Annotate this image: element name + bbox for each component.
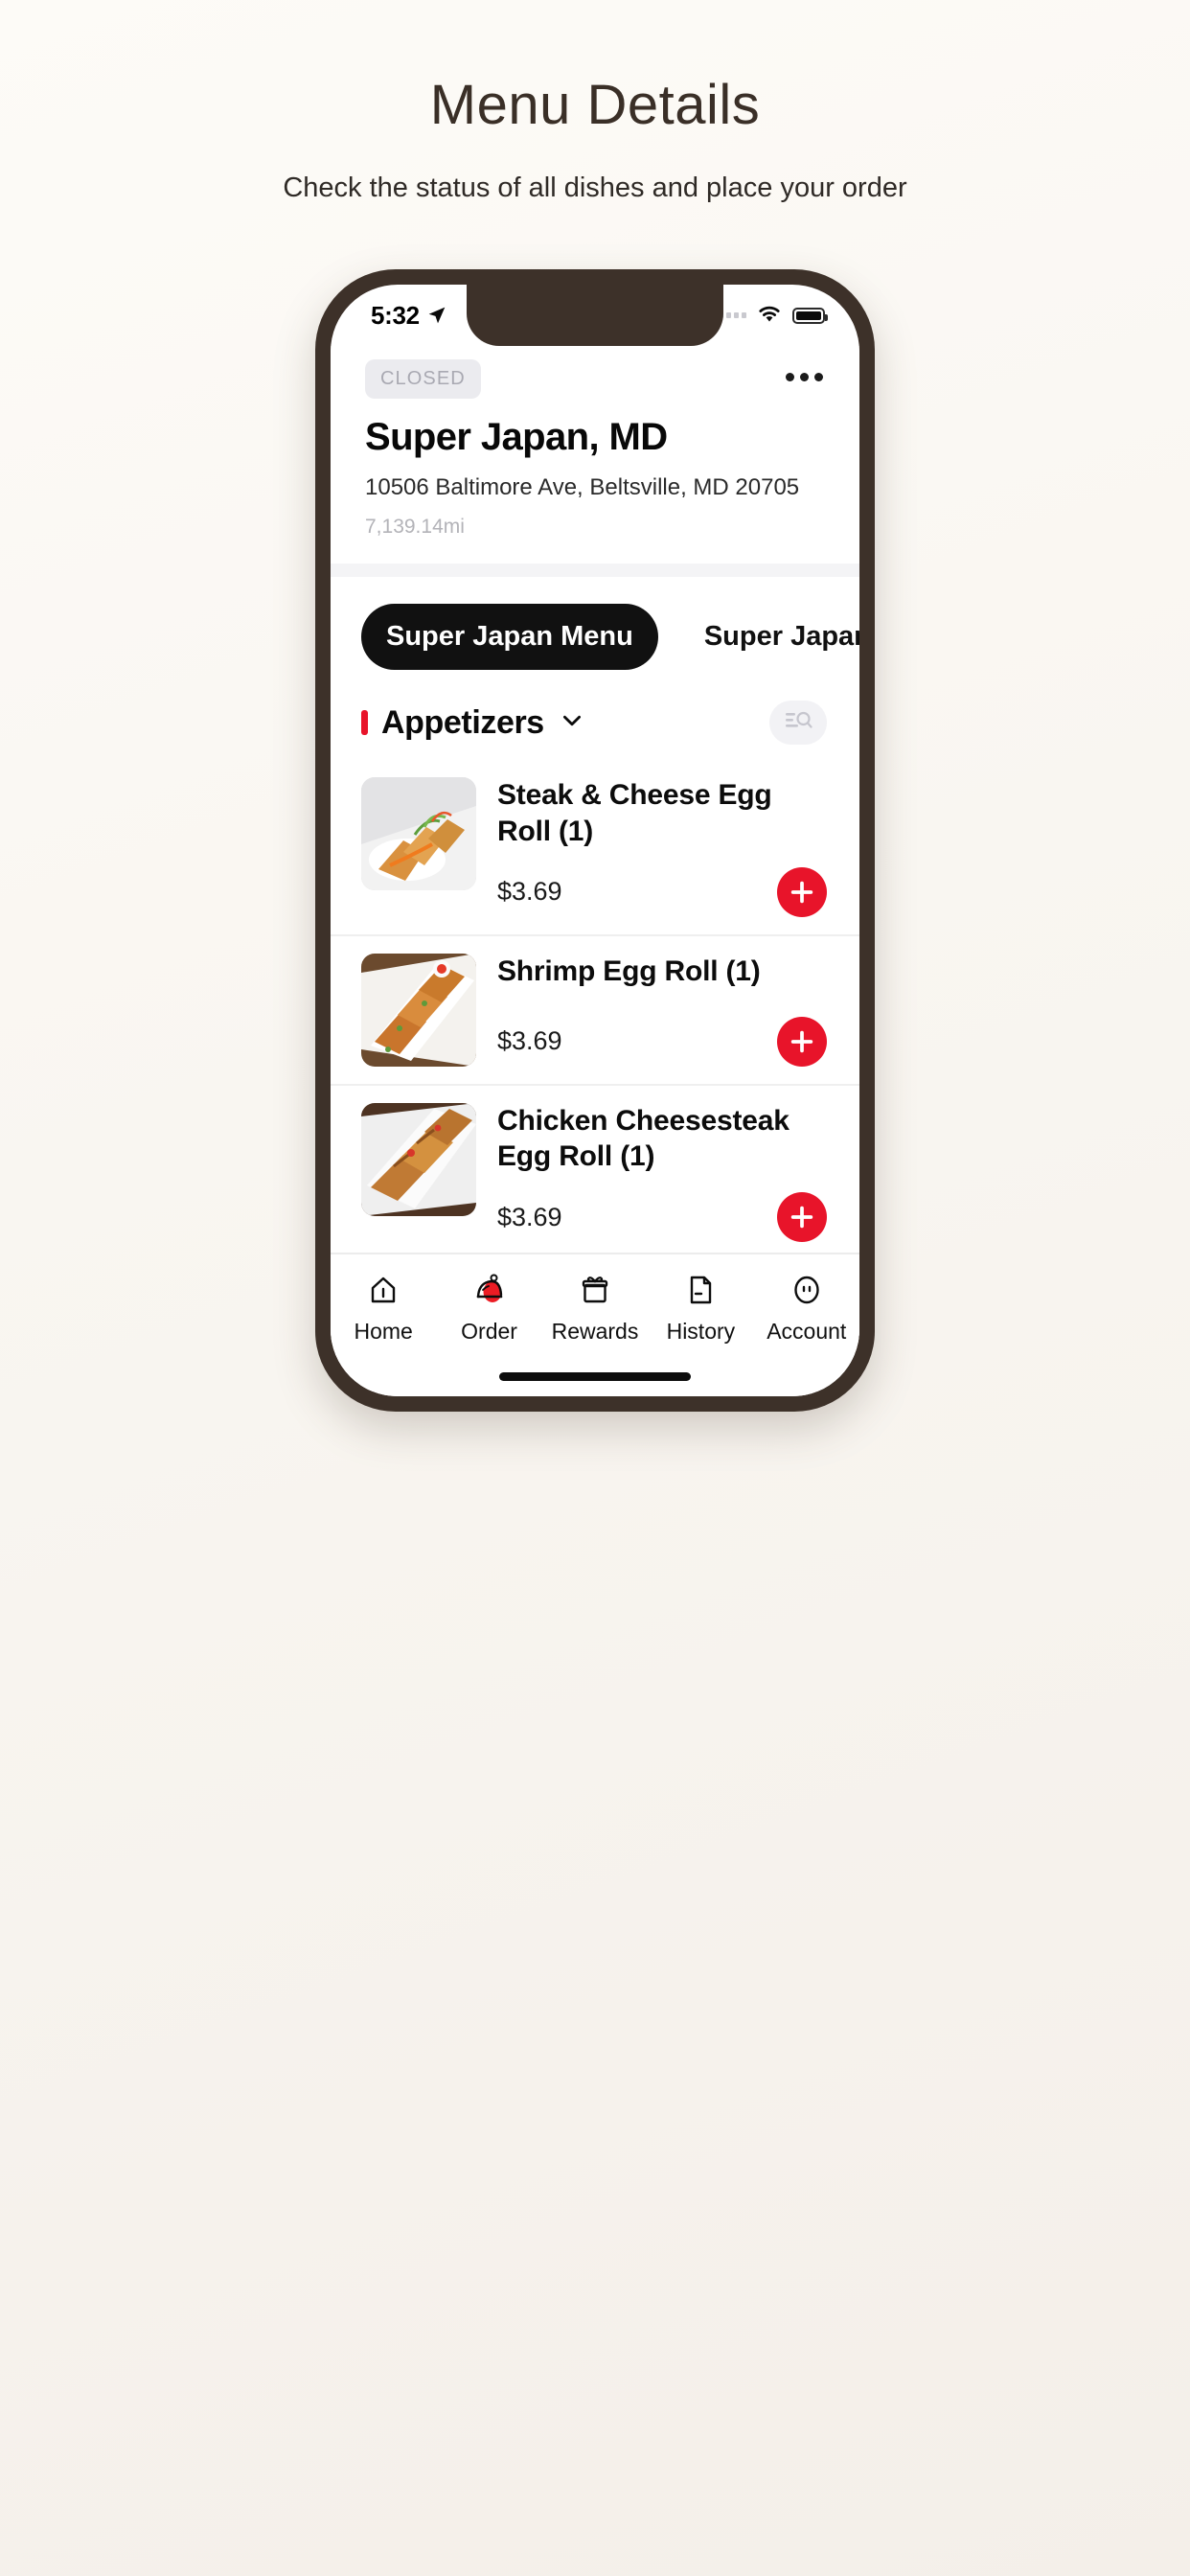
category-left[interactable]: Appetizers <box>361 704 584 742</box>
status-time: 5:32 <box>371 300 420 330</box>
location-arrow-icon <box>427 306 446 325</box>
page-title: Menu Details <box>429 74 761 136</box>
shrimp-egg-roll-photo <box>361 953 476 1067</box>
category-title: Appetizers <box>381 703 544 741</box>
nav-item-account[interactable]: Account <box>754 1270 859 1345</box>
tab-super-japan-menu[interactable]: Super Japan Menu <box>361 604 658 670</box>
chevron-down-icon[interactable] <box>558 708 584 738</box>
menu-item-price: $3.69 <box>497 1202 562 1231</box>
category-header: Appetizers <box>331 691 859 760</box>
menu-item-name: Shrimp Egg Roll (1) <box>497 954 761 987</box>
order-cloche-icon <box>471 1270 508 1310</box>
menu-item-name: Chicken Cheesesteak Egg Roll (1) <box>497 1104 790 1173</box>
phone-notch <box>467 285 723 346</box>
phone-frame: 5:32 CLOSED Super Japan, MD 10506 Baltim… <box>315 269 875 1412</box>
status-bar-right <box>719 304 828 328</box>
restaurant-distance: 7,139.14mi <box>365 516 465 538</box>
page-subtitle: Check the status of all dishes and place… <box>283 172 907 203</box>
nav-item-home[interactable]: Home <box>331 1270 436 1345</box>
menu-item-name: Steak & Cheese Egg Roll (1) <box>497 779 772 847</box>
phone-screen: 5:32 CLOSED Super Japan, MD 10506 Baltim… <box>331 285 859 1396</box>
menu-item-bottom: $3.69 <box>497 866 827 917</box>
menu-item-row[interactable]: Steak & Cheese Egg Roll (1) $3.69 <box>331 760 859 936</box>
menu-item-body: Chicken Cheesesteak Egg Roll (1) $3.69 <box>497 1103 827 1243</box>
document-icon <box>684 1270 717 1310</box>
menu-search-icon <box>784 708 812 738</box>
menu-item-bottom: $3.69 <box>497 1192 827 1243</box>
steak-cheese-egg-roll-photo <box>361 777 476 890</box>
home-icon <box>367 1270 400 1310</box>
nav-item-history[interactable]: History <box>648 1270 753 1345</box>
menu-item-body: Shrimp Egg Roll (1) $3.69 <box>497 954 827 1067</box>
category-accent-bar <box>361 710 368 735</box>
restaurant-address: 10506 Baltimore Ave, Beltsville, MD 2070… <box>365 474 800 500</box>
nav-label: Rewards <box>551 1319 639 1344</box>
nav-item-rewards[interactable]: Rewards <box>542 1270 648 1345</box>
restaurant-name: Super Japan, MD <box>365 416 668 458</box>
status-bar-left: 5:32 <box>371 301 446 331</box>
menu-item-price: $3.69 <box>497 877 562 907</box>
menu-item-bottom: $3.69 <box>497 1016 827 1067</box>
section-divider <box>331 564 859 577</box>
nav-label: History <box>666 1319 736 1344</box>
wifi-icon <box>756 304 783 328</box>
restaurant-top-row: CLOSED <box>365 359 825 399</box>
add-item-button[interactable] <box>777 866 827 917</box>
menu-item-row[interactable]: Chicken Cheesesteak Egg Roll (1) $3.69 <box>331 1086 859 1262</box>
nav-label: Account <box>767 1319 847 1344</box>
restaurant-header: CLOSED Super Japan, MD 10506 Baltimore A… <box>331 346 859 564</box>
nav-label: Order <box>461 1319 517 1344</box>
account-face-icon <box>790 1270 823 1310</box>
menu-item-body: Steak & Cheese Egg Roll (1) $3.69 <box>497 777 827 917</box>
nav-item-order[interactable]: Order <box>437 1270 542 1345</box>
battery-icon <box>792 307 828 324</box>
status-badge: CLOSED <box>365 359 481 399</box>
add-item-button[interactable] <box>777 1016 827 1067</box>
gift-icon <box>579 1270 611 1310</box>
add-item-button[interactable] <box>777 1192 827 1243</box>
chicken-cheesesteak-egg-roll-photo <box>361 1102 476 1216</box>
home-indicator <box>499 1372 691 1381</box>
more-options-icon[interactable] <box>784 359 825 395</box>
menu-item-row[interactable]: Shrimp Egg Roll (1) $3.69 <box>331 936 859 1086</box>
tab-super-japan-sushi-menu[interactable]: Super Japan Sushi Me <box>679 604 859 670</box>
page-header: Menu Details Check the status of all dis… <box>0 0 1190 204</box>
menu-item-price: $3.69 <box>497 1026 562 1056</box>
menu-tabs: Super Japan Menu Super Japan Sushi Me <box>331 577 859 691</box>
menu-search-button[interactable] <box>769 701 827 745</box>
nav-label: Home <box>354 1319 413 1344</box>
phone-mockup: 5:32 CLOSED Super Japan, MD 10506 Baltim… <box>315 269 875 1412</box>
